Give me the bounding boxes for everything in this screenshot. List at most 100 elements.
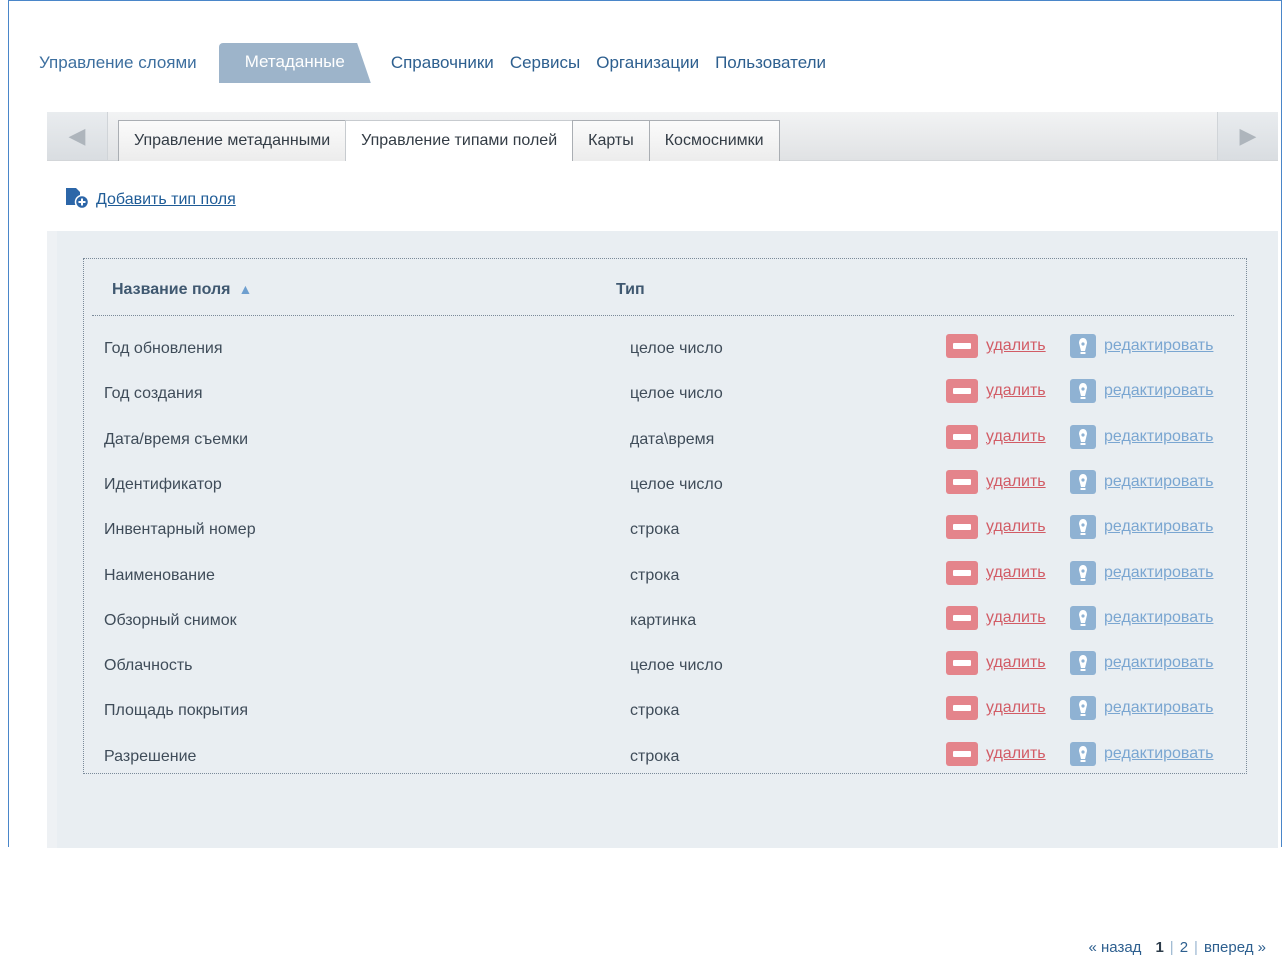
edit-pen-icon (1070, 605, 1096, 630)
field-type-cell: строка (630, 747, 680, 765)
edit-pen-icon (1070, 334, 1096, 358)
column-header-type[interactable]: Тип (616, 281, 645, 299)
nav-item-organizations[interactable]: Организации (596, 53, 699, 73)
table-row: Год создания целое число удалить редактиров… (84, 371, 1246, 416)
pagination: « назад 1 | 2 | вперед » (1088, 939, 1266, 956)
delete-icon (946, 469, 978, 494)
header-divider (92, 315, 1234, 316)
delete-button[interactable]: удалить (946, 424, 1046, 449)
delete-icon (946, 651, 978, 676)
delete-button[interactable]: удалить (946, 560, 1046, 585)
pagination-separator: | (1194, 939, 1198, 956)
top-navigation: Управление слоями Метаданные Справочники… (39, 43, 842, 83)
field-name-cell: Дата/время съемки (104, 430, 249, 448)
delete-label: удалить (986, 337, 1046, 354)
edit-label: редактировать (1104, 699, 1214, 717)
edit-pen-icon (1070, 741, 1096, 766)
field-name-cell: Год обновления (104, 340, 223, 357)
edit-pen-icon (1070, 696, 1096, 721)
edit-pen-icon (1070, 424, 1096, 449)
field-name-cell: Год создания (104, 385, 203, 403)
pagination-next-link[interactable]: вперед » (1204, 939, 1266, 956)
field-type-cell: строка (630, 566, 680, 584)
edit-button[interactable]: редактировать (1070, 515, 1214, 540)
field-name-cell: Наименование (104, 566, 215, 584)
delete-label: удалить (986, 427, 1046, 445)
subtabs-bar: ◀ Управление метаданными Управление типа… (47, 112, 1278, 162)
tab-maps[interactable]: Карты (572, 120, 650, 161)
app-frame: Управление слоями Метаданные Справочники… (8, 0, 1282, 956)
nav-item-layers[interactable]: Управление слоями (39, 53, 197, 73)
field-type-cell: целое число (630, 385, 723, 403)
field-name-cell: Идентификатор (104, 475, 222, 493)
delete-button[interactable]: удалить (946, 741, 1046, 766)
delete-button[interactable]: удалить (946, 379, 1046, 404)
edit-button[interactable]: редактировать (1070, 560, 1214, 585)
edit-button[interactable]: редактировать (1070, 469, 1213, 494)
delete-label: удалить (986, 382, 1046, 400)
table-row: Площадь покрытия строка удалить редактирова… (84, 688, 1246, 733)
add-field-type-link[interactable]: Добавить тип поля (64, 185, 236, 214)
edit-pen-icon (1070, 515, 1096, 540)
delete-icon (946, 334, 978, 358)
field-name-cell: Разрешение (104, 747, 197, 765)
delete-label: удалить (986, 608, 1046, 626)
edit-button[interactable]: редактировать (1070, 651, 1214, 676)
edit-button[interactable]: редактировать (1070, 334, 1213, 358)
edit-button[interactable]: редактировать (1070, 741, 1214, 766)
table-row: Разрешение строка удалить редактировать (84, 734, 1246, 779)
edit-pen-icon (1070, 651, 1096, 676)
delete-button[interactable]: удалить (946, 334, 1046, 358)
tab-satellite-images[interactable]: Космоснимки (648, 120, 780, 161)
field-type-cell: целое число (630, 475, 723, 493)
toolbar: Добавить тип поля (47, 161, 1278, 231)
tab-metadata-management[interactable]: Управление метаданными (118, 120, 347, 161)
edit-label: редактировать (1104, 563, 1214, 581)
delete-button[interactable]: удалить (946, 696, 1046, 721)
nav-item-directories[interactable]: Справочники (391, 53, 494, 73)
pagination-separator: | (1169, 939, 1174, 956)
edit-pen-icon (1070, 560, 1096, 585)
delete-button[interactable]: удалить (946, 515, 1046, 540)
delete-button[interactable]: удалить (946, 469, 1046, 494)
pagination-prev-link[interactable]: « назад (1088, 939, 1141, 956)
add-document-icon (64, 185, 90, 214)
delete-button[interactable]: удалить (946, 605, 1046, 630)
tab-field-types-management[interactable]: Управление типами полей (345, 120, 574, 162)
edit-label: редактировать (1104, 382, 1214, 400)
table-row: Обзорный снимок картинка удалить редактиров… (84, 598, 1246, 643)
pagination-page-2[interactable]: 2 (1180, 939, 1188, 956)
nav-item-services[interactable]: Сервисы (510, 53, 580, 73)
edit-label: редактировать (1104, 744, 1214, 762)
field-type-cell: строка (630, 702, 680, 720)
edit-label: редактировать (1104, 654, 1214, 672)
edit-pen-icon (1070, 469, 1096, 494)
edit-label: редактировать (1104, 608, 1214, 626)
subtabs: Управление метаданными Управление типами… (118, 120, 780, 162)
nav-item-users[interactable]: Пользователи (715, 53, 826, 73)
delete-button[interactable]: удалить (946, 651, 1046, 676)
main-panel: ◀ Управление метаданными Управление типа… (47, 112, 1278, 956)
delete-icon (946, 424, 978, 449)
add-field-type-label: Добавить тип поля (96, 190, 236, 208)
edit-label: редактировать (1104, 518, 1214, 536)
nav-item-metadata[interactable]: Метаданные (218, 43, 371, 83)
edit-button[interactable]: редактировать (1070, 424, 1213, 449)
scroll-tabs-left-button[interactable]: ◀ (47, 112, 108, 160)
pagination-page-1[interactable]: 1 (1155, 939, 1163, 956)
delete-label: удалить (986, 518, 1046, 536)
delete-label: удалить (986, 699, 1046, 717)
scroll-tabs-right-button[interactable]: ▶ (1217, 112, 1278, 160)
edit-button[interactable]: редактировать (1070, 379, 1214, 404)
delete-icon (946, 741, 978, 766)
delete-label: удалить (986, 654, 1046, 672)
table-row: Идентификатор целое число удалить редактиро… (84, 462, 1246, 507)
column-header-name-label: Название поля (112, 281, 231, 298)
edit-pen-icon (1070, 379, 1096, 404)
table-row: Наименование строка удалить редактировать (84, 553, 1246, 598)
column-header-name[interactable]: Название поля ▲ (112, 281, 252, 299)
edit-button[interactable]: редактировать (1070, 605, 1214, 630)
edit-button[interactable]: редактировать (1070, 696, 1214, 721)
table-row: Дата/время съемки дата\время удалить редакт… (84, 417, 1246, 462)
field-name-cell: Облачность (104, 657, 193, 675)
